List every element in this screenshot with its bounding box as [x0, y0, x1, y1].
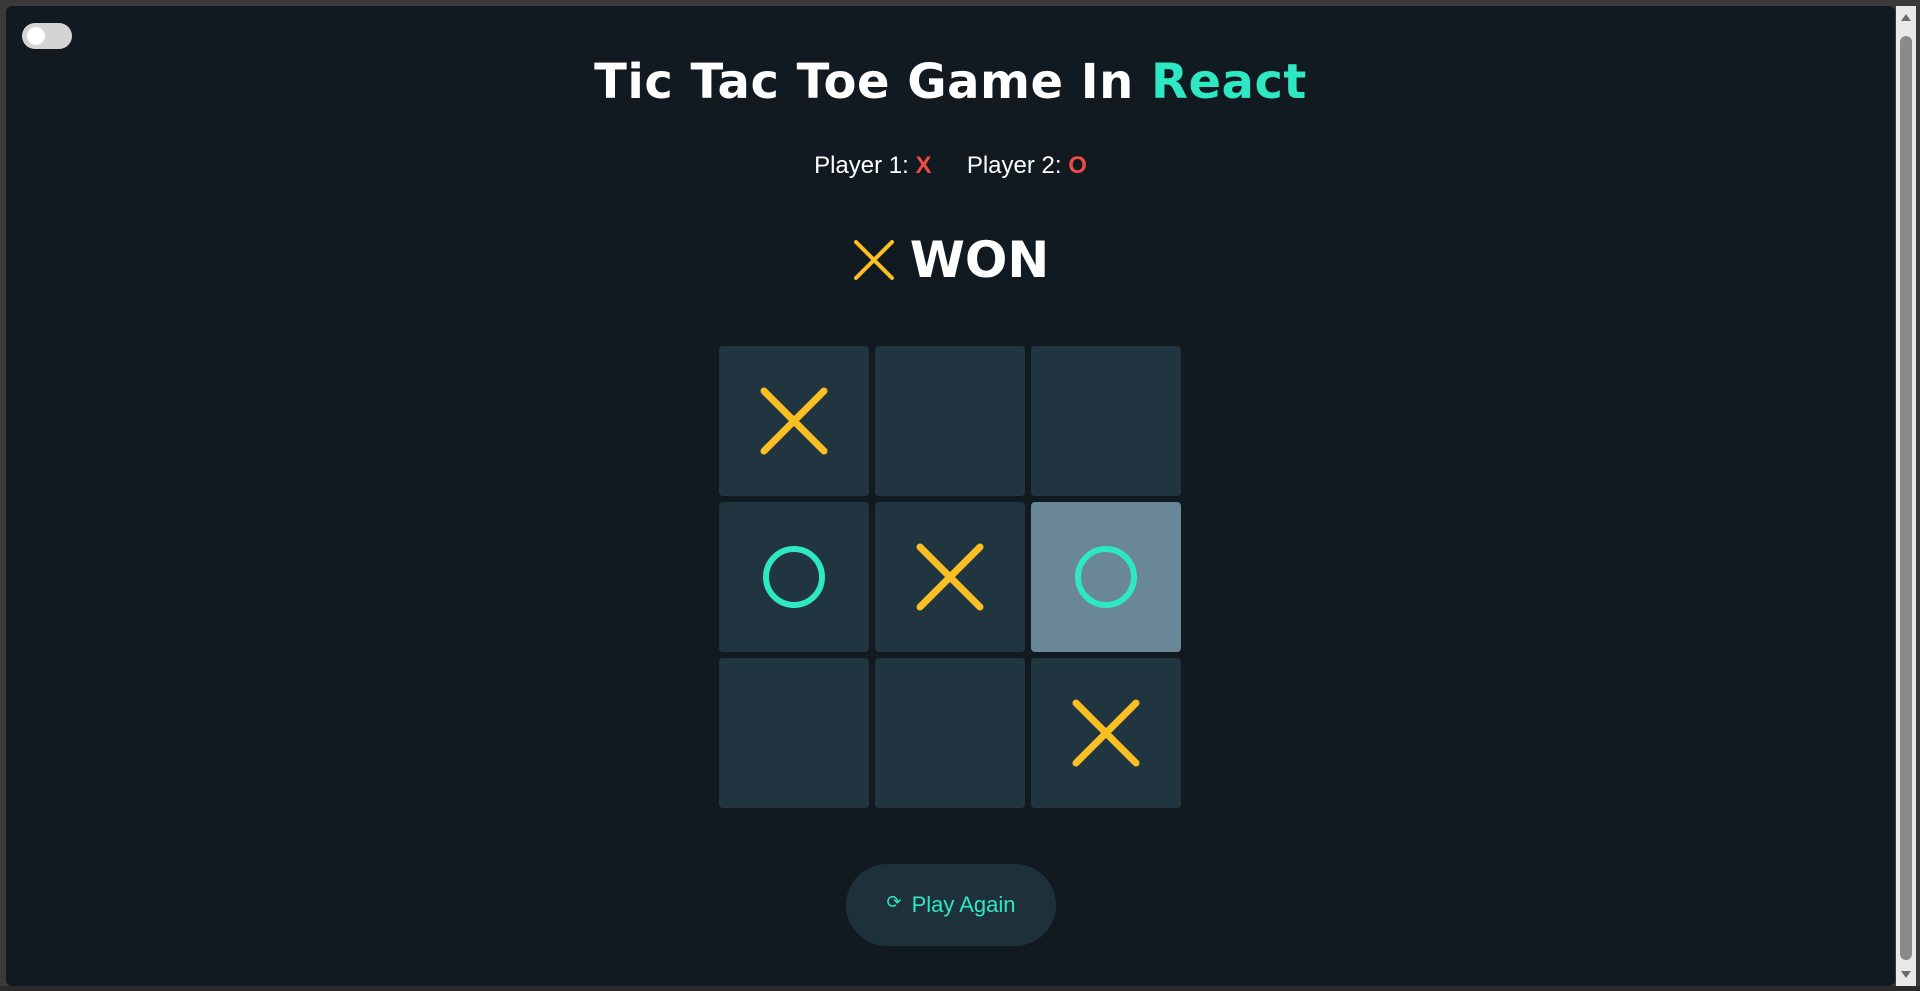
play-again-button[interactable]: ⟳ Play Again [846, 864, 1056, 946]
game-board [719, 346, 1187, 814]
board-cell-7[interactable] [719, 658, 869, 808]
player2-symbol: O [1068, 152, 1087, 179]
scroll-up-arrow-icon[interactable] [1901, 14, 1911, 21]
vertical-scrollbar[interactable] [1896, 6, 1916, 986]
player2-label: Player 2: [966, 152, 1062, 179]
page-title: Tic Tac Toe Game In React [6, 54, 1895, 110]
o-mark-icon [763, 546, 825, 608]
theme-toggle[interactable] [22, 23, 72, 49]
scroll-down-arrow-icon[interactable] [1901, 971, 1911, 978]
board-cell-6[interactable] [1031, 502, 1181, 652]
o-mark-icon [1075, 546, 1137, 608]
board-cell-5[interactable] [875, 502, 1025, 652]
window-bottom-edge [0, 986, 1920, 991]
board-cell-9[interactable] [1031, 658, 1181, 808]
player1-label: Player 1: [814, 152, 909, 179]
game-result: WON [6, 230, 1895, 290]
play-again-label: Play Again [911, 892, 1016, 917]
result-text: WON [909, 231, 1050, 289]
title-main: Tic Tac Toe Game In [594, 54, 1152, 110]
player1-symbol: X [915, 152, 932, 179]
board-cell-8[interactable] [875, 658, 1025, 808]
toggle-knob [27, 27, 45, 45]
board-cell-1[interactable] [719, 346, 869, 496]
players-info: Player 1: X Player 2: O [6, 152, 1895, 180]
x-mark-icon [1072, 699, 1140, 767]
board-cell-4[interactable] [719, 502, 869, 652]
scrollbar-thumb[interactable] [1900, 36, 1912, 960]
refresh-icon: ⟳ [886, 891, 902, 912]
x-mark-icon [760, 387, 828, 455]
board-cell-2[interactable] [875, 346, 1025, 496]
game-viewport: Tic Tac Toe Game In React Player 1: X Pl… [6, 6, 1895, 986]
x-mark-icon [916, 543, 984, 611]
board-cell-3[interactable] [1031, 346, 1181, 496]
title-accent: React [1151, 54, 1307, 110]
winner-x-icon [853, 240, 894, 280]
